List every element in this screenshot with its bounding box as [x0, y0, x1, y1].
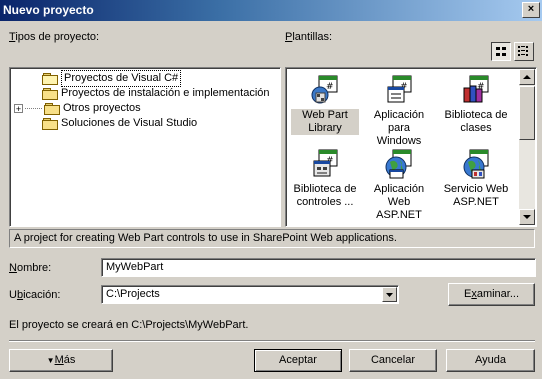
large-icons-icon [496, 47, 506, 56]
name-input[interactable]: MyWebPart [101, 258, 536, 277]
template-aspnet-web-app[interactable]: Aplicación Web ASP.NET [365, 148, 433, 222]
template-label: Web ASP.NET [376, 196, 422, 221]
template-class-library[interactable]: # Biblioteca de clases [442, 74, 510, 135]
tree-item-label: Proyectos de instalación e implementació… [61, 87, 270, 99]
control-library-icon: # [309, 148, 341, 180]
template-windows-app[interactable]: # Aplicaciónpara Windows [365, 74, 433, 148]
tree-item-setup-deployment[interactable]: Proyectos de instalación e implementació… [42, 86, 270, 101]
accept-button[interactable]: Aceptar [254, 349, 342, 372]
template-label: controles ... [296, 196, 354, 208]
location-label: Ubicación: [9, 289, 61, 301]
tree-item-visual-csharp[interactable]: Proyectos de Visual C# [42, 70, 182, 87]
tree-item-label: Otros proyectos [63, 102, 141, 114]
arrow-down-icon [523, 215, 531, 219]
template-label: Biblioteca de [444, 109, 508, 121]
help-button[interactable]: Ayuda [446, 349, 535, 372]
class-library-icon: # [460, 74, 492, 106]
tree-line [25, 108, 42, 109]
browse-button[interactable]: Examinar... [448, 283, 535, 306]
window-title: Nuevo proyecto [3, 3, 94, 17]
webpart-library-icon: # [309, 74, 341, 106]
template-aspnet-web-service[interactable]: Servicio Web ASP.NET [442, 148, 510, 209]
small-icons-icon [518, 46, 528, 56]
templates-list[interactable]: # Web PartLibrary # Aplicaciónpara Windo… [285, 67, 537, 227]
template-label: ASP.NET [453, 196, 499, 208]
tree-item-other-projects[interactable]: + Otros proyectos [14, 101, 141, 116]
location-info-text: El proyecto se creará en C:\Projects\MyW… [9, 319, 249, 331]
template-label: Biblioteca de [293, 183, 357, 195]
aspnet-web-app-icon [383, 148, 415, 180]
folder-open-icon [42, 72, 58, 85]
template-label: Library [308, 122, 342, 134]
large-icons-view-button[interactable] [491, 42, 511, 61]
small-icons-view-button[interactable] [514, 42, 534, 61]
chevron-down-icon [386, 293, 393, 297]
tree-item-vs-solutions[interactable]: Soluciones de Visual Studio [42, 116, 197, 131]
windows-app-icon: # [383, 74, 415, 106]
arrow-up-icon [523, 75, 531, 79]
folder-icon [42, 117, 58, 130]
template-description: A project for creating Web Part controls… [9, 229, 535, 248]
aspnet-web-service-icon [460, 148, 492, 180]
more-button[interactable]: ▼Más [9, 349, 113, 372]
location-value: C:\Projects [106, 288, 160, 300]
templates-label: Plantillas: [285, 31, 333, 43]
expand-icon[interactable]: + [14, 104, 23, 114]
scroll-down-button[interactable] [519, 209, 535, 225]
template-label: clases [460, 122, 492, 134]
double-chevron-down-icon: ▼ [46, 356, 55, 365]
title-bar[interactable]: Nuevo proyecto × [0, 0, 542, 21]
scroll-up-button[interactable] [519, 69, 535, 85]
tree-item-label: Proyectos de Visual C# [61, 70, 182, 87]
template-label: Aplicación [373, 109, 425, 121]
folder-icon [42, 87, 58, 100]
template-label: Servicio Web [443, 183, 509, 195]
template-label: Aplicación [373, 183, 425, 195]
template-label: Web Part [302, 109, 348, 121]
project-types-label: Tipos de proyecto: [9, 31, 100, 43]
location-dropdown-button[interactable] [382, 287, 397, 302]
project-types-tree[interactable]: Proyectos de Visual C# Proyectos de inst… [9, 67, 281, 227]
separator [9, 340, 535, 342]
template-control-library[interactable]: # Biblioteca decontroles ... [291, 148, 359, 209]
tree-item-label: Soluciones de Visual Studio [61, 117, 198, 129]
templates-scrollbar[interactable] [519, 69, 535, 225]
name-label: Nombre: [9, 262, 52, 274]
folder-icon [44, 102, 60, 115]
template-label: para Windows [376, 122, 422, 147]
template-webpart-library[interactable]: # Web Part Library [291, 74, 359, 135]
cancel-button[interactable]: Cancelar [349, 349, 437, 372]
close-button[interactable]: × [522, 2, 540, 18]
location-combobox[interactable]: C:\Projects [101, 285, 399, 304]
scroll-thumb[interactable] [519, 86, 535, 140]
